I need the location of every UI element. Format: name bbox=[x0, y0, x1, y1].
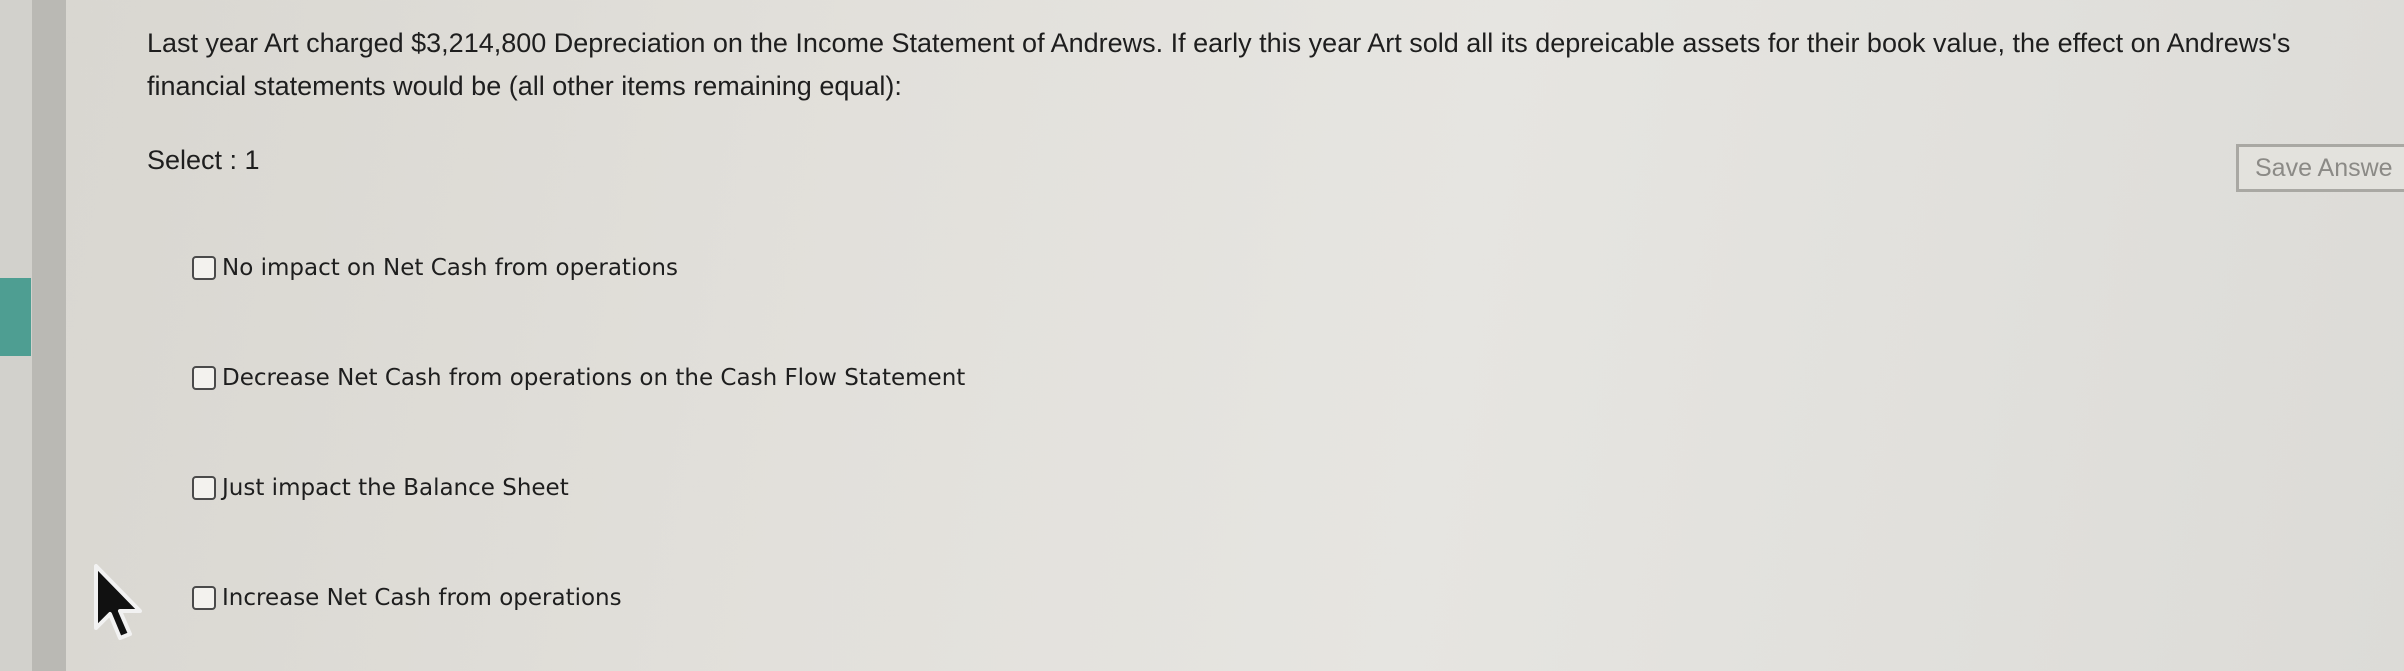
checkbox-icon[interactable] bbox=[192, 476, 216, 500]
left-accent-tab[interactable] bbox=[0, 278, 31, 356]
answer-option-label: Increase Net Cash from operations bbox=[222, 585, 622, 611]
save-answer-button[interactable]: Save Answe bbox=[2236, 144, 2404, 192]
answer-option[interactable]: Just impact the Balance Sheet bbox=[192, 466, 965, 510]
mouse-pointer-icon bbox=[94, 564, 142, 640]
checkbox-icon[interactable] bbox=[192, 586, 216, 610]
answer-option-label: No impact on Net Cash from operations bbox=[222, 255, 678, 281]
answer-options: No impact on Net Cash from operations De… bbox=[192, 246, 965, 671]
checkbox-icon[interactable] bbox=[192, 366, 216, 390]
select-count-label: Select : 1 bbox=[147, 145, 260, 175]
checkbox-icon[interactable] bbox=[192, 256, 216, 280]
answer-option[interactable]: Increase Net Cash from operations bbox=[192, 576, 965, 620]
left-rail-shadow bbox=[32, 0, 66, 671]
answer-option[interactable]: No impact on Net Cash from operations bbox=[192, 246, 965, 290]
answer-option-label: Just impact the Balance Sheet bbox=[222, 475, 569, 501]
answer-option[interactable]: Decrease Net Cash from operations on the… bbox=[192, 356, 965, 400]
question-text: Last year Art charged $3,214,800 Depreci… bbox=[147, 28, 2291, 101]
answer-option-label: Decrease Net Cash from operations on the… bbox=[222, 365, 966, 391]
